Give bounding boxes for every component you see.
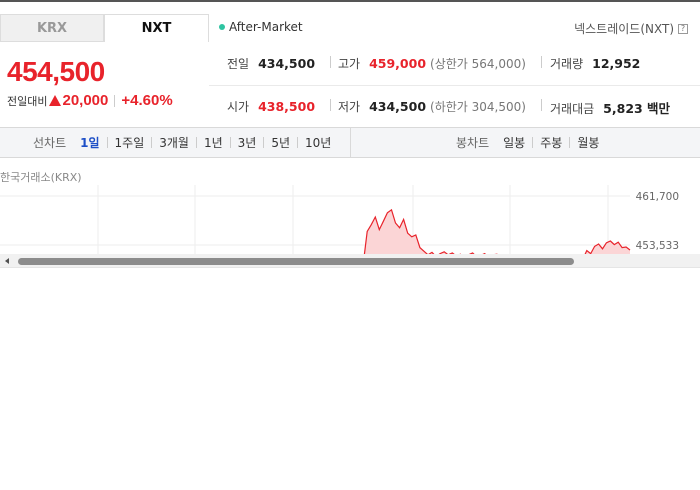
chart-title: 한국거래소(KRX) bbox=[0, 171, 82, 184]
current-price: 454,500 bbox=[7, 56, 105, 87]
tab-nxt[interactable]: NXT bbox=[104, 14, 209, 42]
y-axis-label: 461,700 bbox=[636, 191, 679, 203]
stat-label: 거래량 bbox=[550, 57, 584, 71]
range-1w[interactable]: 1주일 bbox=[115, 134, 145, 151]
range-1y[interactable]: 1년 bbox=[204, 134, 223, 151]
exchange-info: 넥스트레이드(NXT) ? bbox=[574, 20, 688, 37]
price-change: 전일대비 20,000 +4.60% bbox=[7, 92, 173, 109]
after-market-label: After-Market bbox=[229, 20, 303, 34]
help-icon[interactable]: ? bbox=[678, 23, 688, 34]
y-axis-label: 453,533 bbox=[636, 240, 679, 252]
line-chart-title: 선차트 bbox=[33, 136, 67, 150]
line-chart-tabs: 선차트 1일 1주일 3개월 1년 3년 5년 10년 bbox=[33, 128, 331, 157]
stats-divider bbox=[209, 85, 700, 86]
divider bbox=[350, 128, 351, 157]
candle-weekly[interactable]: 주봉 bbox=[540, 134, 562, 151]
divider bbox=[151, 137, 153, 148]
stat-prev-close: 전일 434,500 bbox=[227, 55, 315, 72]
divider bbox=[263, 137, 265, 148]
divider bbox=[330, 99, 331, 111]
change-percent: +4.60% bbox=[121, 92, 173, 109]
chart-toolbar: 선차트 1일 1주일 3개월 1년 3년 5년 10년 봉차트 일봉 주봉 월봉 bbox=[0, 127, 700, 158]
after-market-status: After-Market bbox=[219, 20, 303, 34]
price-chart-svg: 461,700 453,533 bbox=[0, 185, 679, 255]
divider bbox=[106, 137, 108, 148]
stat-label: 저가 bbox=[338, 100, 361, 114]
range-1d[interactable]: 1일 bbox=[80, 134, 99, 151]
stat-open: 시가 438,500 bbox=[227, 98, 315, 115]
candle-daily[interactable]: 일봉 bbox=[503, 134, 525, 151]
stat-volume: 거래량 12,952 bbox=[550, 55, 640, 72]
range-10y[interactable]: 10년 bbox=[305, 134, 331, 151]
divider bbox=[569, 137, 571, 148]
divider bbox=[541, 99, 542, 111]
scrollbar-thumb[interactable] bbox=[18, 258, 574, 265]
divider bbox=[330, 56, 331, 68]
scroll-left-arrow-icon[interactable] bbox=[5, 258, 9, 264]
divider bbox=[195, 137, 197, 148]
stat-value: 5,823 백만 bbox=[603, 101, 671, 116]
stat-value: 12,952 bbox=[592, 56, 641, 71]
range-3m[interactable]: 3개월 bbox=[159, 134, 189, 151]
divider bbox=[297, 137, 299, 148]
range-5y[interactable]: 5년 bbox=[271, 134, 290, 151]
top-border bbox=[0, 0, 700, 2]
stat-label: 거래대금 bbox=[550, 102, 595, 116]
upper-limit: (상한가 564,000) bbox=[430, 57, 526, 71]
stat-label: 전일 bbox=[227, 57, 250, 71]
candle-chart-title: 봉차트 bbox=[456, 136, 490, 150]
divider bbox=[532, 137, 534, 148]
range-3y[interactable]: 3년 bbox=[238, 134, 257, 151]
change-amount: 20,000 bbox=[62, 92, 109, 109]
candle-monthly[interactable]: 월봉 bbox=[577, 134, 599, 151]
candle-chart-tabs: 봉차트 일봉 주봉 월봉 bbox=[456, 128, 599, 157]
price-area-1 bbox=[355, 209, 505, 255]
divider bbox=[541, 56, 542, 68]
tab-krx[interactable]: KRX bbox=[0, 14, 104, 42]
price-chart: 461,700 453,533 bbox=[0, 185, 700, 255]
stat-value: 459,000 bbox=[369, 56, 427, 71]
stat-trade-value: 거래대금 5,823 백만 bbox=[550, 98, 670, 117]
lower-limit: (하한가 304,500) bbox=[430, 100, 526, 114]
stat-low: 저가 434,500 (하한가 304,500) bbox=[338, 98, 526, 115]
stat-value: 434,500 bbox=[369, 99, 427, 114]
exchange-label: 넥스트레이드(NXT) bbox=[574, 22, 674, 36]
stat-label: 시가 bbox=[227, 100, 250, 114]
market-tabs: KRX NXT bbox=[0, 14, 209, 42]
status-dot-icon bbox=[219, 24, 225, 30]
stat-label: 고가 bbox=[338, 57, 361, 71]
divider bbox=[229, 137, 231, 148]
stat-high: 고가 459,000 (상한가 564,000) bbox=[338, 55, 526, 72]
stat-value: 438,500 bbox=[258, 99, 316, 114]
up-triangle-icon bbox=[49, 95, 62, 106]
divider bbox=[114, 94, 116, 107]
stat-value: 434,500 bbox=[258, 56, 316, 71]
horizontal-scrollbar[interactable] bbox=[0, 254, 700, 268]
change-label: 전일대비 bbox=[7, 94, 48, 108]
